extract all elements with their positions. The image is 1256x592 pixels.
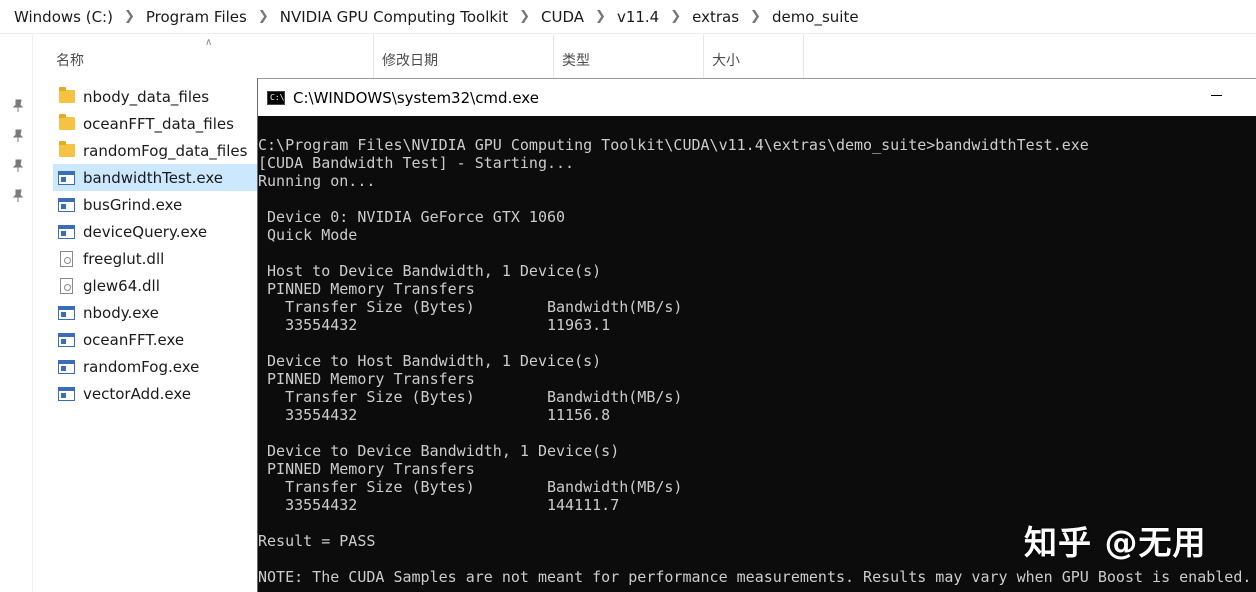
breadcrumb: Windows (C:) ❯ Program Files ❯ NVIDIA GP… <box>0 0 1256 34</box>
cmd-icon: C:\ <box>267 90 285 105</box>
console-line: PINNED Memory Transfers <box>258 370 475 388</box>
chevron-right-icon[interactable]: ❯ <box>124 9 135 24</box>
dll-icon <box>57 277 76 294</box>
file-row[interactable]: glew64.dll <box>53 272 257 299</box>
breadcrumb-item[interactable]: v11.4 <box>617 8 659 26</box>
column-header-type[interactable]: 类型 <box>562 35 704 81</box>
console-line: 33554432 11156.8 <box>258 406 611 424</box>
exe-icon <box>57 386 76 402</box>
column-header-date[interactable]: 修改日期 <box>382 35 554 81</box>
exe-icon <box>57 170 76 186</box>
file-name: nbody.exe <box>83 303 159 322</box>
column-header-name[interactable]: 名称 <box>56 35 374 81</box>
console-line: PINNED Memory Transfers <box>258 460 475 478</box>
breadcrumb-item[interactable]: NVIDIA GPU Computing Toolkit <box>280 8 508 26</box>
cmd-icon-label: C:\ <box>270 92 285 102</box>
pin-icon[interactable] <box>11 129 25 143</box>
console-line: Transfer Size (Bytes) Bandwidth(MB/s) <box>258 298 683 316</box>
file-name: oceanFFT.exe <box>83 330 185 349</box>
cmd-window[interactable]: C:\ C:\WINDOWS\system32\cmd.exe C:\Progr… <box>257 78 1256 592</box>
console-line: C:\Program Files\NVIDIA GPU Computing To… <box>258 136 1089 154</box>
console-line: Device to Host Bandwidth, 1 Device(s) <box>258 352 602 370</box>
chevron-right-icon[interactable]: ❯ <box>258 9 269 24</box>
console-line: Host to Device Bandwidth, 1 Device(s) <box>258 262 602 280</box>
chevron-right-icon[interactable]: ❯ <box>595 9 606 24</box>
file-name: randomFog.exe <box>83 357 200 376</box>
file-name: glew64.dll <box>83 276 160 295</box>
chevron-right-icon[interactable]: ❯ <box>670 9 681 24</box>
cmd-title: C:\WINDOWS\system32\cmd.exe <box>293 88 539 107</box>
console-line: PINNED Memory Transfers <box>258 280 475 298</box>
file-row[interactable]: bandwidthTest.exe <box>53 164 257 191</box>
console-line: Running on... <box>258 172 376 190</box>
chevron-right-icon[interactable]: ❯ <box>750 9 761 24</box>
console-line: [CUDA Bandwidth Test] - Starting... <box>258 154 575 172</box>
breadcrumb-item[interactable]: CUDA <box>541 8 584 26</box>
exe-icon <box>57 224 76 240</box>
console-line: Device 0: NVIDIA GeForce GTX 1060 <box>258 208 566 226</box>
file-name: randomFog_data_files <box>83 141 248 160</box>
console-line: Device to Device Bandwidth, 1 Device(s) <box>258 442 620 460</box>
console-line: 33554432 11963.1 <box>258 316 611 334</box>
file-row[interactable]: nbody_data_files <box>53 83 257 110</box>
file-name: vectorAdd.exe <box>83 384 191 403</box>
file-name: busGrind.exe <box>83 195 183 214</box>
folder-icon <box>57 114 76 132</box>
file-name: freeglut.dll <box>83 249 165 268</box>
console-line: Quick Mode <box>258 226 358 244</box>
exe-icon <box>57 197 76 213</box>
dll-icon <box>57 250 76 267</box>
file-row[interactable]: vectorAdd.exe <box>53 380 257 407</box>
pin-icon[interactable] <box>11 99 25 113</box>
file-name: bandwidthTest.exe <box>83 168 224 187</box>
minimize-button[interactable] <box>1211 95 1222 96</box>
pin-icon[interactable] <box>11 159 25 173</box>
breadcrumb-item[interactable]: demo_suite <box>772 8 859 26</box>
file-name: deviceQuery.exe <box>83 222 208 241</box>
file-row[interactable]: busGrind.exe <box>53 191 257 218</box>
file-name: nbody_data_files <box>83 87 210 106</box>
console-line: Transfer Size (Bytes) Bandwidth(MB/s) <box>258 478 683 496</box>
console-line: NOTE: The CUDA Samples are not meant for… <box>258 568 1252 586</box>
breadcrumb-item[interactable]: Windows (C:) <box>14 8 113 26</box>
file-list: nbody_data_files oceanFFT_data_filesrando… <box>53 83 257 407</box>
console-line: Transfer Size (Bytes) Bandwidth(MB/s) <box>258 388 683 406</box>
file-name: oceanFFT_data_files <box>83 114 234 133</box>
folder-icon <box>57 87 76 105</box>
folder-icon <box>57 141 76 159</box>
file-row[interactable]: randomFog_data_files <box>53 137 257 164</box>
pin-icon[interactable] <box>11 189 25 203</box>
file-row[interactable]: deviceQuery.exe <box>53 218 257 245</box>
breadcrumb-item[interactable]: extras <box>692 8 739 26</box>
breadcrumb-item[interactable]: Program Files <box>146 8 247 26</box>
chevron-right-icon[interactable]: ❯ <box>519 9 530 24</box>
exe-icon <box>57 305 76 321</box>
file-row[interactable]: nbody.exe <box>53 299 257 326</box>
exe-icon <box>57 332 76 348</box>
file-row[interactable]: oceanFFT_data_files <box>53 110 257 137</box>
watermark: 知乎 @无用 <box>1024 523 1207 562</box>
file-row[interactable]: oceanFFT.exe <box>53 326 257 353</box>
exe-icon <box>57 359 76 375</box>
column-header-size[interactable]: 大小 <box>712 35 804 81</box>
console-line: 33554432 144111.7 <box>258 496 620 514</box>
cmd-title-bar[interactable]: C:\ C:\WINDOWS\system32\cmd.exe <box>258 79 1256 116</box>
file-row[interactable]: freeglut.dll <box>53 245 257 272</box>
quick-access-pane <box>0 35 33 592</box>
file-row[interactable]: randomFog.exe <box>53 353 257 380</box>
